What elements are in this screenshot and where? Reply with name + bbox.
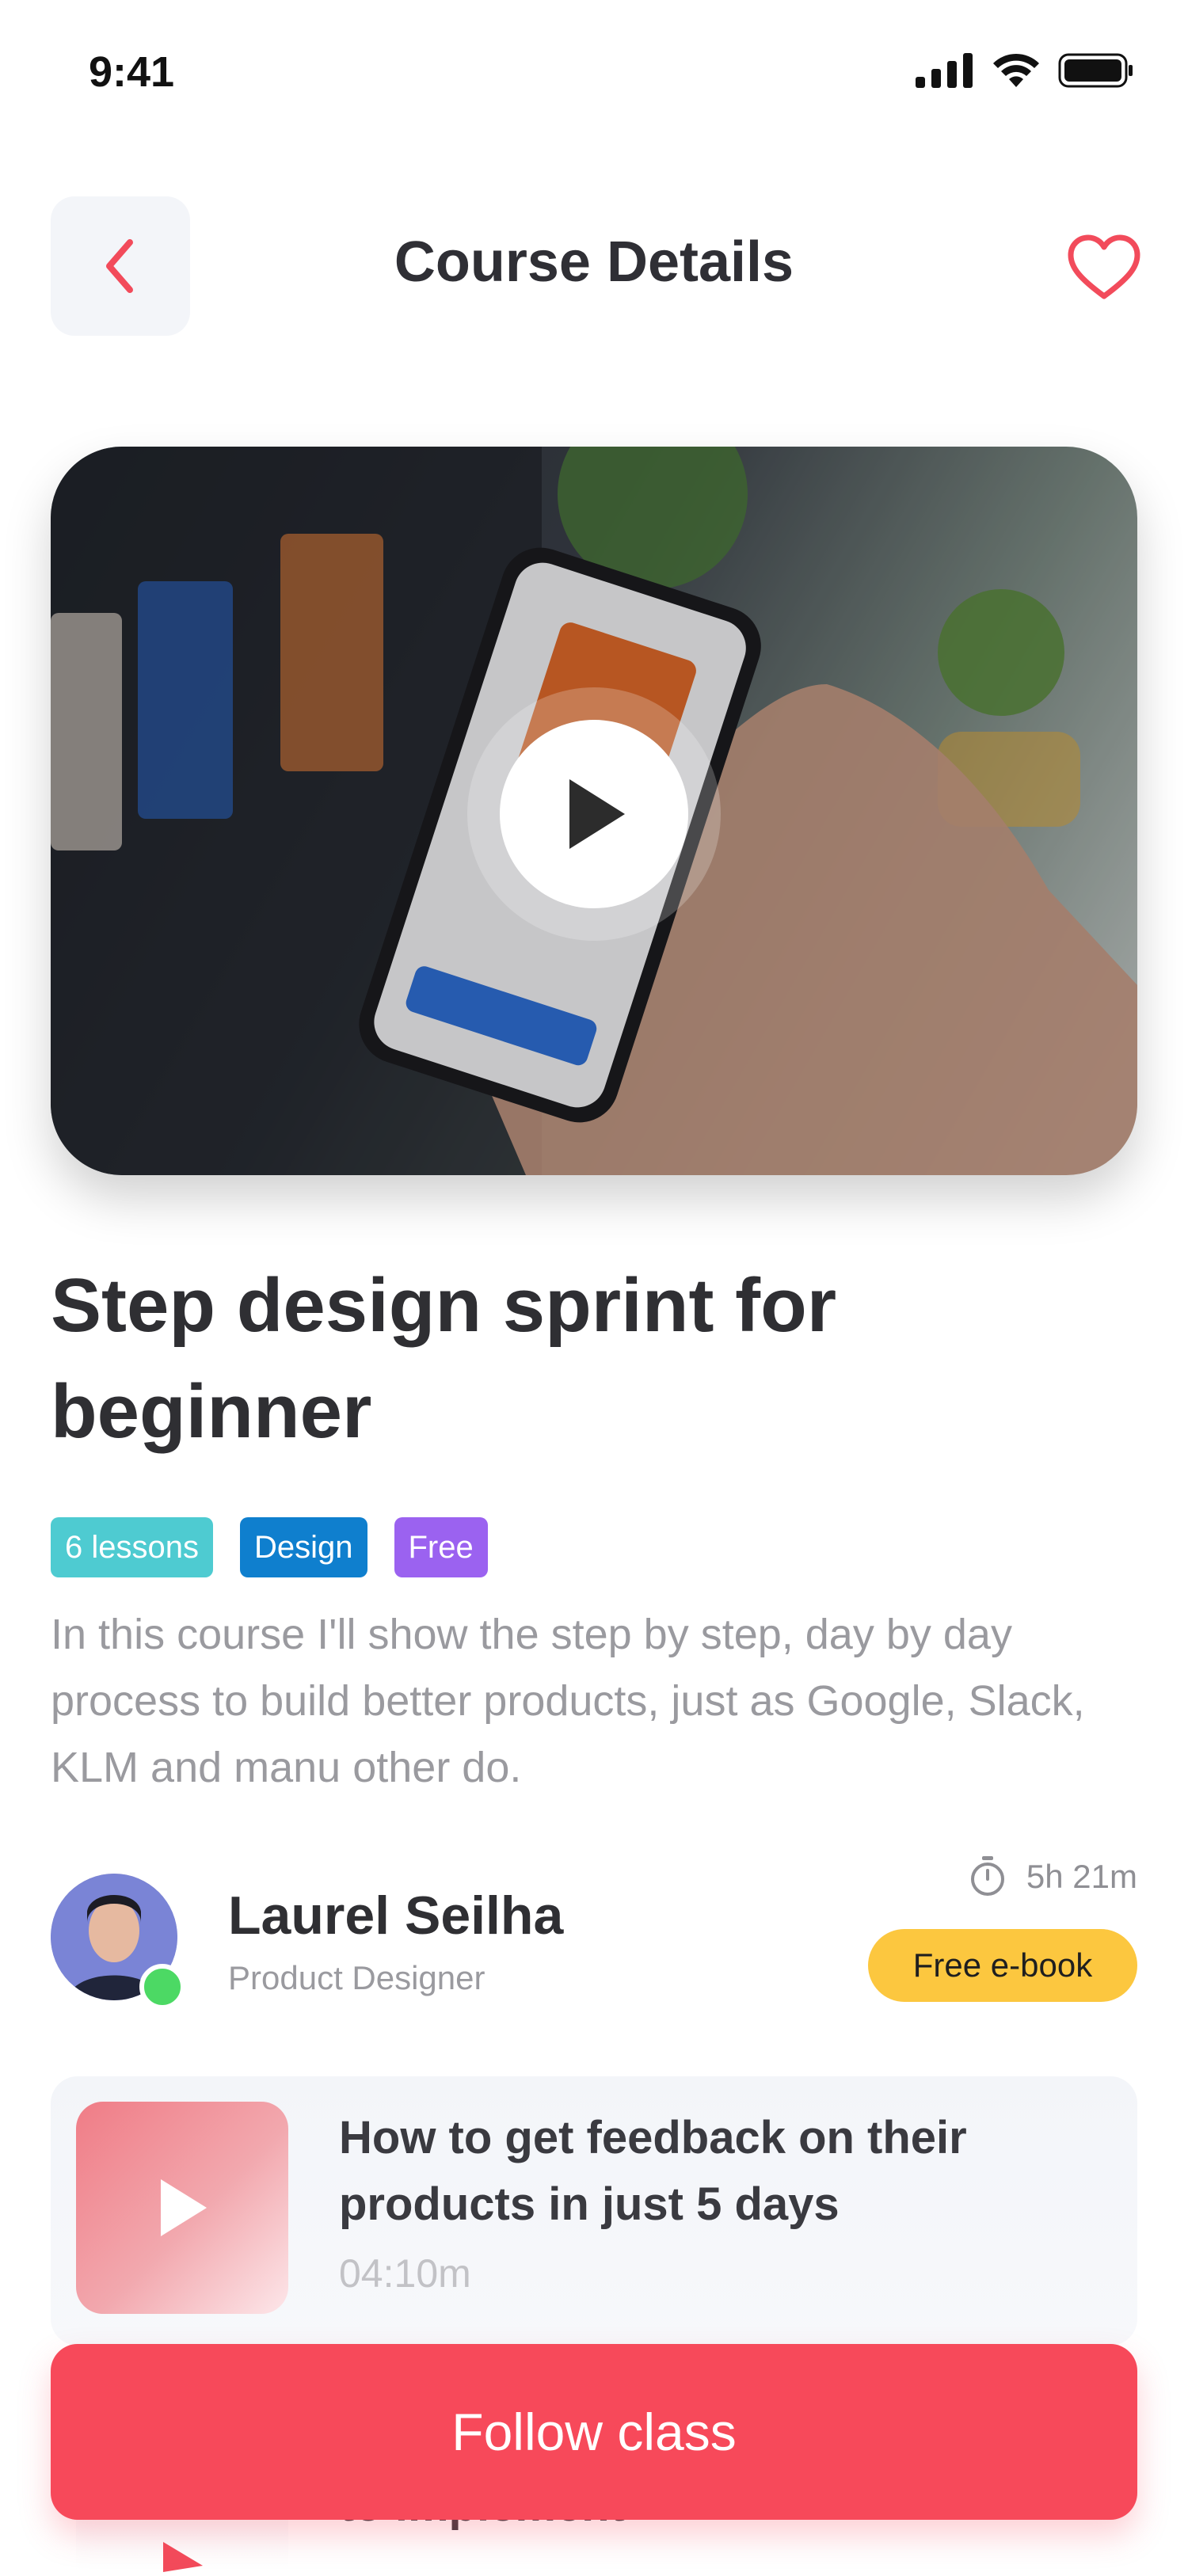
course-tags: 6 lessons Design Free <box>51 1517 488 1577</box>
tag-price: Free <box>394 1517 488 1577</box>
heart-icon[interactable] <box>1068 234 1140 301</box>
battery-icon <box>1058 53 1133 88</box>
follow-class-button[interactable]: Follow class <box>51 2344 1137 2520</box>
course-video[interactable] <box>51 447 1137 1175</box>
status-time: 9:41 <box>89 48 175 96</box>
play-icon <box>569 779 625 849</box>
page-title: Course Details <box>394 230 794 294</box>
lesson-duration: 04:10m <box>339 2251 471 2296</box>
play-button[interactable] <box>467 687 721 941</box>
wifi-icon <box>993 53 1039 87</box>
lesson-thumbnail[interactable] <box>76 2102 288 2314</box>
tag-lessons: 6 lessons <box>51 1517 213 1577</box>
instructor-role: Product Designer <box>228 1959 485 1996</box>
status-icons <box>916 52 1134 89</box>
tag-category: Design <box>239 1517 367 1577</box>
stopwatch-icon <box>970 1856 1004 1896</box>
duration-text: 5h 21m <box>1026 1858 1137 1895</box>
back-button[interactable] <box>51 196 190 336</box>
chevron-left-icon <box>106 239 133 293</box>
play-button-core <box>500 720 688 908</box>
instructor-name: Laurel Seilha <box>228 1885 564 1946</box>
lesson-card[interactable]: How to get feedback on their products in… <box>51 2076 1137 2346</box>
play-icon <box>161 2179 207 2236</box>
lesson-title: How to get feedback on their products in… <box>339 2112 967 2230</box>
course-description: In this course I'll show the step by ste… <box>51 1611 1085 1791</box>
cellular-signal-icon <box>916 53 973 88</box>
course-duration: 5h 21m <box>969 1856 1137 1897</box>
online-status-indicator <box>139 1964 185 2010</box>
course-title: Step design sprint for beginner <box>51 1263 837 1454</box>
free-ebook-button[interactable]: Free e-book <box>868 1929 1137 2002</box>
